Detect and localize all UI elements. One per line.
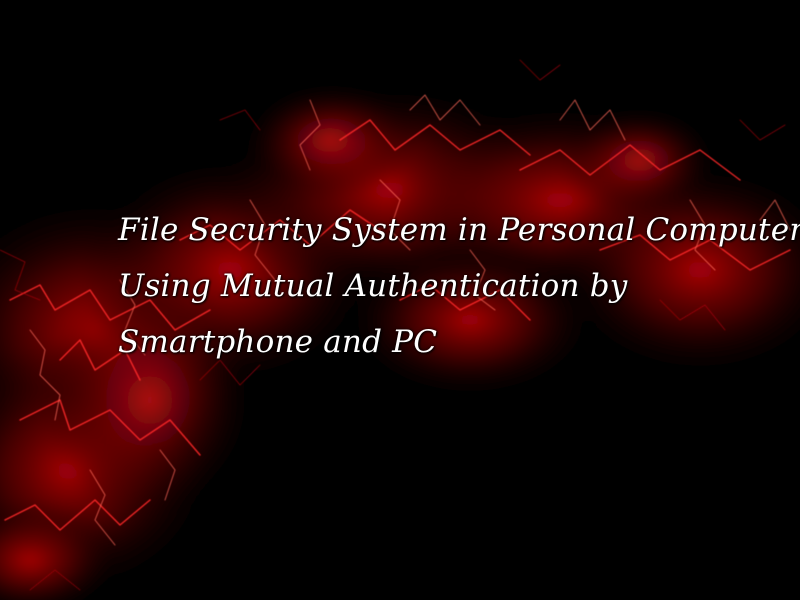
slide-title-line-3: Smartphone and PC <box>118 324 438 360</box>
slide-title-line-2: Using Mutual Authentication by <box>118 268 628 304</box>
presentation-slide: File Security System in Personal Compute… <box>0 0 800 600</box>
slide-title-line-1: File Security System in Personal Compute… <box>118 212 800 248</box>
slide-title: File Security System in Personal Compute… <box>118 202 800 370</box>
